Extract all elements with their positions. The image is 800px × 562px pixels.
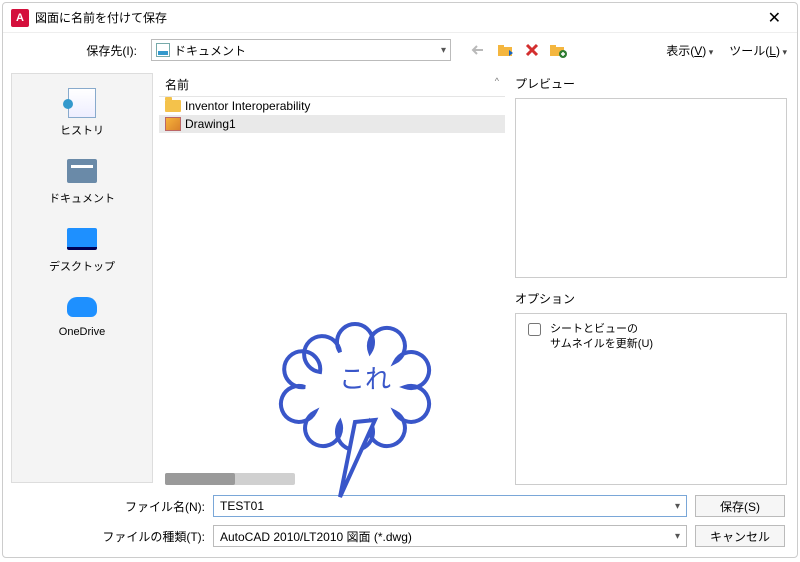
filename-label: ファイル名(N): xyxy=(15,498,205,515)
location-combo[interactable]: ドキュメント ▾ xyxy=(151,39,451,61)
sidebar-item-label: ヒストリ xyxy=(60,122,104,138)
options-box: シートとビューの サムネイルを更新(U) xyxy=(515,313,787,485)
preview-box xyxy=(515,98,787,278)
new-folder-icon[interactable] xyxy=(549,42,567,58)
chevron-down-icon: ▾ xyxy=(441,45,446,56)
filetype-combo[interactable]: AutoCAD 2010/LT2010 図面 (*.dwg) ▾ xyxy=(213,525,687,547)
file-list-rows[interactable]: Inventor Interoperability Drawing1 xyxy=(159,97,505,469)
checkbox-label: シートとビューの サムネイルを更新(U) xyxy=(550,322,653,353)
file-list-header[interactable]: 名前 ^ xyxy=(159,73,505,97)
sidebar-item-history[interactable]: ヒストリ xyxy=(60,88,104,138)
right-pane: プレビュー オプション シートとビューの サムネイルを更新(U) xyxy=(511,73,791,489)
chevron-down-icon[interactable]: ▾ xyxy=(675,501,680,512)
save-button[interactable]: 保存(S) xyxy=(695,495,785,517)
dwg-file-icon xyxy=(165,117,181,131)
horizontal-scrollbar[interactable] xyxy=(165,473,295,485)
app-icon: A xyxy=(11,9,29,27)
titlebar: A 図面に名前を付けて保存 ✕ xyxy=(3,3,797,33)
documents-icon xyxy=(156,43,170,57)
list-item[interactable]: Inventor Interoperability xyxy=(159,97,505,115)
filetype-value: AutoCAD 2010/LT2010 図面 (*.dwg) xyxy=(220,528,675,545)
update-thumbnails-checkbox[interactable]: シートとビューの サムネイルを更新(U) xyxy=(524,322,778,353)
chevron-down-icon[interactable]: ▾ xyxy=(675,531,680,542)
column-name: 名前 xyxy=(165,76,489,93)
nav-buttons xyxy=(471,42,567,58)
save-as-dialog: A 図面に名前を付けて保存 ✕ 保存先(I): ドキュメント ▾ 表示(V) ツ… xyxy=(2,2,798,558)
center-area: 名前 ^ Inventor Interoperability Drawing1 xyxy=(153,67,797,489)
view-menu[interactable]: 表示(V) xyxy=(666,42,713,59)
sort-indicator-icon: ^ xyxy=(495,76,499,93)
history-icon xyxy=(68,88,96,118)
onedrive-icon xyxy=(67,297,97,317)
file-name: Drawing1 xyxy=(185,117,236,131)
back-icon[interactable] xyxy=(471,43,487,57)
delete-icon[interactable] xyxy=(525,43,539,57)
close-icon[interactable]: ✕ xyxy=(760,8,789,28)
sidebar-item-documents[interactable]: ドキュメント xyxy=(49,156,115,206)
filename-value: TEST01 xyxy=(220,499,675,513)
save-in-label: 保存先(I): xyxy=(13,42,145,59)
sidebar-item-label: デスクトップ xyxy=(49,258,115,274)
documents-folder-icon xyxy=(67,159,97,183)
options-title: オプション xyxy=(511,288,791,309)
places-sidebar: ヒストリ ドキュメント デスクトップ OneDrive xyxy=(11,73,153,483)
sidebar-item-onedrive[interactable]: OneDrive xyxy=(59,292,105,338)
list-item[interactable]: Drawing1 xyxy=(159,115,505,133)
tools-menu[interactable]: ツール(L) xyxy=(729,42,787,59)
checkbox-input[interactable] xyxy=(528,323,541,336)
footer: ファイル名(N): TEST01 ▾ 保存(S) ファイルの種類(T): Aut… xyxy=(3,489,797,557)
preview-title: プレビュー xyxy=(511,73,791,94)
dialog-title: 図面に名前を付けて保存 xyxy=(35,9,760,26)
cancel-button[interactable]: キャンセル xyxy=(695,525,785,547)
file-list: 名前 ^ Inventor Interoperability Drawing1 xyxy=(159,73,505,489)
folder-icon xyxy=(165,100,181,112)
up-folder-icon[interactable] xyxy=(497,42,515,58)
toolbar-menus: 表示(V) ツール(L) xyxy=(666,42,787,59)
dialog-body: ヒストリ ドキュメント デスクトップ OneDrive 名前 ^ xyxy=(3,67,797,489)
filename-input[interactable]: TEST01 ▾ xyxy=(213,495,687,517)
toolbar: 保存先(I): ドキュメント ▾ 表示(V) ツール(L) xyxy=(3,33,797,67)
file-name: Inventor Interoperability xyxy=(185,99,310,113)
sidebar-item-label: OneDrive xyxy=(59,326,105,338)
scrollbar-thumb[interactable] xyxy=(165,473,235,485)
desktop-icon xyxy=(67,228,97,250)
sidebar-item-label: ドキュメント xyxy=(49,190,115,206)
filetype-label: ファイルの種類(T): xyxy=(15,528,205,545)
location-value: ドキュメント xyxy=(174,42,441,59)
sidebar-item-desktop[interactable]: デスクトップ xyxy=(49,224,115,274)
